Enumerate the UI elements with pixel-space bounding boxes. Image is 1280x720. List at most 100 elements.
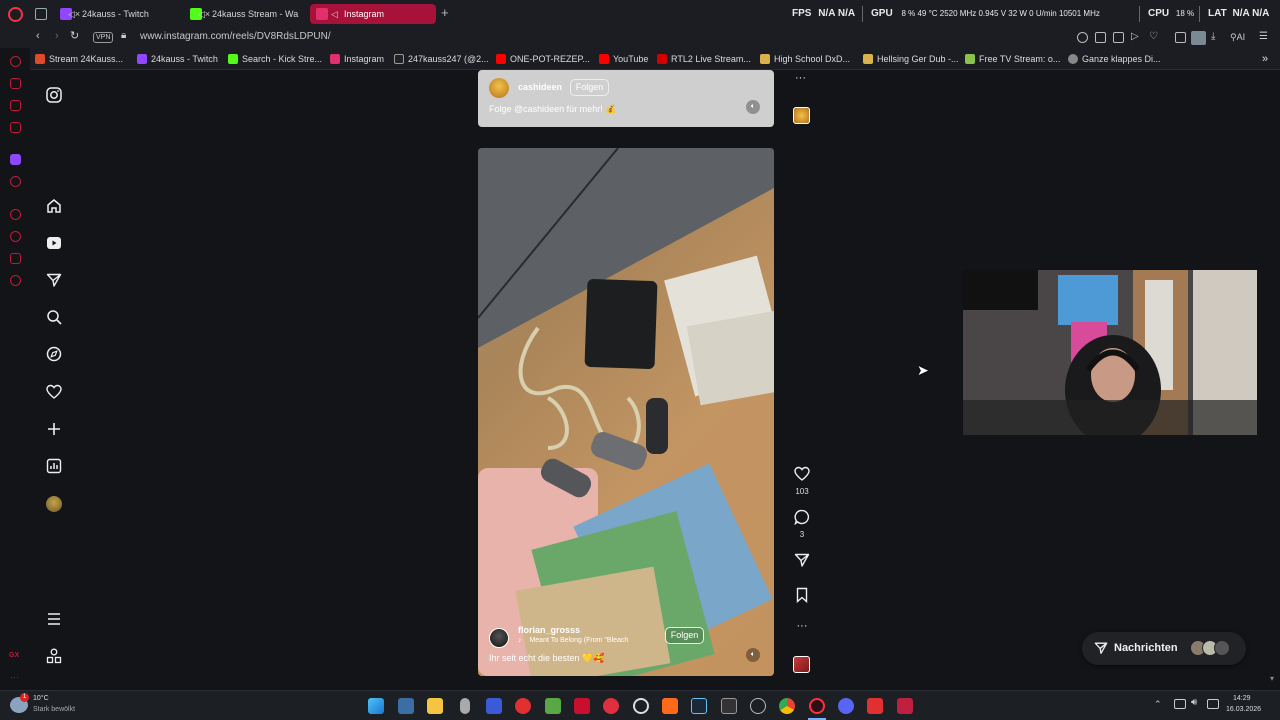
- user-avatar[interactable]: [489, 628, 509, 648]
- player-icon[interactable]: [10, 209, 21, 220]
- comment-button[interactable]: 3: [790, 509, 814, 539]
- reel-card[interactable]: cashideen Folgen Folge @cashideen für me…: [478, 70, 774, 127]
- calculator-icon[interactable]: [398, 698, 414, 714]
- heart-icon[interactable]: ♡: [1149, 31, 1160, 42]
- reload-icon[interactable]: ↻: [70, 29, 79, 42]
- url-field[interactable]: www.instagram.com/reels/DV8RdsLDPUN/: [140, 31, 331, 42]
- pin-icon[interactable]: [1077, 32, 1088, 43]
- youtube-music-icon[interactable]: [10, 176, 21, 187]
- more-icon[interactable]: ···: [10, 672, 19, 682]
- tab-kick[interactable]: ◁× 24kauss Stream - Wa: [184, 4, 306, 24]
- app-icon[interactable]: [721, 698, 737, 714]
- obs-icon[interactable]: [633, 698, 649, 714]
- flow-icon[interactable]: [10, 100, 21, 111]
- new-tab-button[interactable]: +: [441, 5, 449, 20]
- menu-icon[interactable]: [46, 611, 62, 627]
- bookmark-item[interactable]: High School DxD...: [760, 52, 850, 66]
- mute-icon[interactable]: 🔈︎: [746, 648, 760, 662]
- audio-track[interactable]: ♪ Meant To Belong (From "Bleach: [518, 637, 628, 644]
- bookmark-item[interactable]: 247kauss247 (@2...: [394, 52, 489, 66]
- like-button[interactable]: 103: [790, 466, 814, 496]
- bookmark-item[interactable]: Search - Kick Stre...: [228, 52, 322, 66]
- file-explorer-icon[interactable]: [427, 698, 443, 714]
- bookmark-item[interactable]: Free TV Stream: o...: [965, 52, 1060, 66]
- instagram-logo-icon[interactable]: [46, 87, 62, 103]
- app-icon[interactable]: [867, 698, 883, 714]
- search-icon[interactable]: [46, 309, 62, 325]
- home-icon[interactable]: [46, 198, 62, 214]
- antivirus-icon[interactable]: [574, 698, 590, 714]
- follow-button[interactable]: Folgen: [570, 79, 609, 96]
- tab-instagram[interactable]: ◁ Instagram: [310, 4, 436, 24]
- opera-menu-icon[interactable]: [8, 7, 23, 22]
- crypto-wallet-icon[interactable]: [10, 78, 21, 89]
- more-bookmarks-icon[interactable]: »: [1262, 52, 1268, 66]
- opera-gx-icon[interactable]: [809, 698, 825, 714]
- workspaces-icon[interactable]: [35, 8, 47, 20]
- messenger-icon[interactable]: [10, 122, 21, 133]
- messages-button[interactable]: Nachrichten: [1082, 632, 1246, 665]
- bookmark-item[interactable]: YouTube: [599, 52, 648, 66]
- bookmark-item[interactable]: ONE-POT-REZEP...: [496, 52, 590, 66]
- discord-icon[interactable]: [838, 698, 854, 714]
- mouse-software-icon[interactable]: [460, 698, 470, 714]
- minecraft-icon[interactable]: [545, 698, 561, 714]
- reel-username[interactable]: cashideen: [518, 82, 562, 92]
- aria-icon[interactable]: [10, 56, 21, 67]
- back-icon[interactable]: ‹: [36, 30, 40, 42]
- origin-icon[interactable]: [662, 698, 678, 714]
- meta-apps-icon[interactable]: [46, 648, 62, 664]
- windows-start-icon[interactable]: [368, 698, 384, 714]
- clock-time[interactable]: 14:29: [1233, 695, 1251, 702]
- steam-icon[interactable]: [691, 698, 707, 714]
- more-options-icon[interactable]: ···: [795, 72, 806, 84]
- clock-date[interactable]: 16.03.2026: [1226, 706, 1261, 713]
- send-icon[interactable]: [46, 272, 62, 288]
- download-icon[interactable]: ⤓: [1211, 31, 1222, 42]
- mute-icon[interactable]: 🔈︎: [746, 100, 760, 114]
- dashboard-icon[interactable]: [46, 458, 62, 474]
- more-options-icon[interactable]: ···: [790, 620, 814, 632]
- bookmark-item[interactable]: Stream 24Kauss...: [35, 52, 123, 66]
- bookmark-item[interactable]: Ganze klappes Di...: [1068, 52, 1161, 66]
- reels-icon[interactable]: [46, 235, 62, 251]
- vpn-badge[interactable]: VPN: [93, 32, 114, 43]
- bookmark-item[interactable]: 24kauss - Twitch: [137, 52, 218, 66]
- forward-icon[interactable]: ›: [55, 30, 59, 42]
- lock-icon[interactable]: 🔒︎: [121, 30, 126, 41]
- bookmark-item[interactable]: Hellsing Ger Dub -...: [863, 52, 959, 66]
- follow-button[interactable]: Folgen: [665, 627, 704, 644]
- reel-video[interactable]: florian_grosss ♪ Meant To Belong (From "…: [478, 148, 774, 676]
- app-icon[interactable]: [603, 698, 619, 714]
- user-avatar[interactable]: [489, 78, 509, 98]
- snapshot-icon[interactable]: [1095, 32, 1106, 43]
- share-button[interactable]: [790, 552, 814, 573]
- vortex-icon[interactable]: [486, 698, 502, 714]
- audio-thumbnail[interactable]: [793, 656, 810, 673]
- audio-thumbnail[interactable]: [793, 107, 810, 124]
- reel-username[interactable]: florian_grosss: [518, 625, 580, 635]
- settings-icon[interactable]: [10, 275, 21, 286]
- battery-icon[interactable]: [1207, 699, 1219, 709]
- network-icon[interactable]: [1174, 699, 1186, 709]
- bookmark-item[interactable]: Instagram: [330, 52, 384, 66]
- app-icon[interactable]: [515, 698, 531, 714]
- explore-icon[interactable]: [46, 346, 62, 362]
- shield-icon[interactable]: [1113, 32, 1124, 43]
- play-icon[interactable]: ▷: [1131, 31, 1142, 42]
- save-button[interactable]: [790, 587, 814, 608]
- menu-icon[interactable]: ☰: [1259, 31, 1270, 42]
- extensions-icon[interactable]: [10, 253, 21, 264]
- extensions-icon[interactable]: [1175, 32, 1186, 43]
- bookmark-item[interactable]: RTL2 Live Stream...: [657, 52, 751, 66]
- twitch-icon[interactable]: [10, 154, 21, 165]
- app-icon[interactable]: [897, 698, 913, 714]
- chrome-icon[interactable]: [779, 698, 795, 714]
- create-icon[interactable]: [46, 421, 62, 437]
- muted-speaker-icon[interactable]: ◁×: [68, 4, 80, 24]
- tray-chevron-icon[interactable]: ⌃: [1154, 699, 1162, 710]
- settings-icon[interactable]: [750, 698, 766, 714]
- profile-avatar[interactable]: [46, 496, 62, 512]
- speaker-icon[interactable]: ◁: [331, 4, 338, 24]
- volume-icon[interactable]: 🔊︎: [1191, 697, 1197, 708]
